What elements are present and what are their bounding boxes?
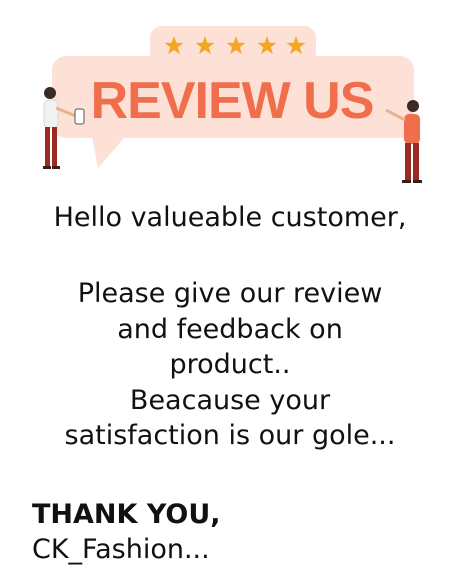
message-line: Beacause your <box>129 384 331 416</box>
thank-you-text: THANK YOU, <box>32 499 221 530</box>
review-request-message: Please give our review and feedback on p… <box>0 276 460 454</box>
review-us-illustration: REVIEW US <box>43 26 422 183</box>
message-line: satisfaction is our gole... <box>64 420 396 451</box>
review-us-banner: REVIEW US <box>0 0 460 200</box>
brand-name: CK_Fashion... <box>32 534 210 565</box>
message-line: Please give our review <box>77 278 383 309</box>
message-line: product.. <box>169 349 291 380</box>
greeting-text: Hello valueable customer, <box>53 202 407 233</box>
signoff: THANK YOU, CK_Fashion... <box>32 497 221 567</box>
banner-title: REVIEW US <box>91 72 374 130</box>
message-line: and feedback on <box>117 313 343 345</box>
